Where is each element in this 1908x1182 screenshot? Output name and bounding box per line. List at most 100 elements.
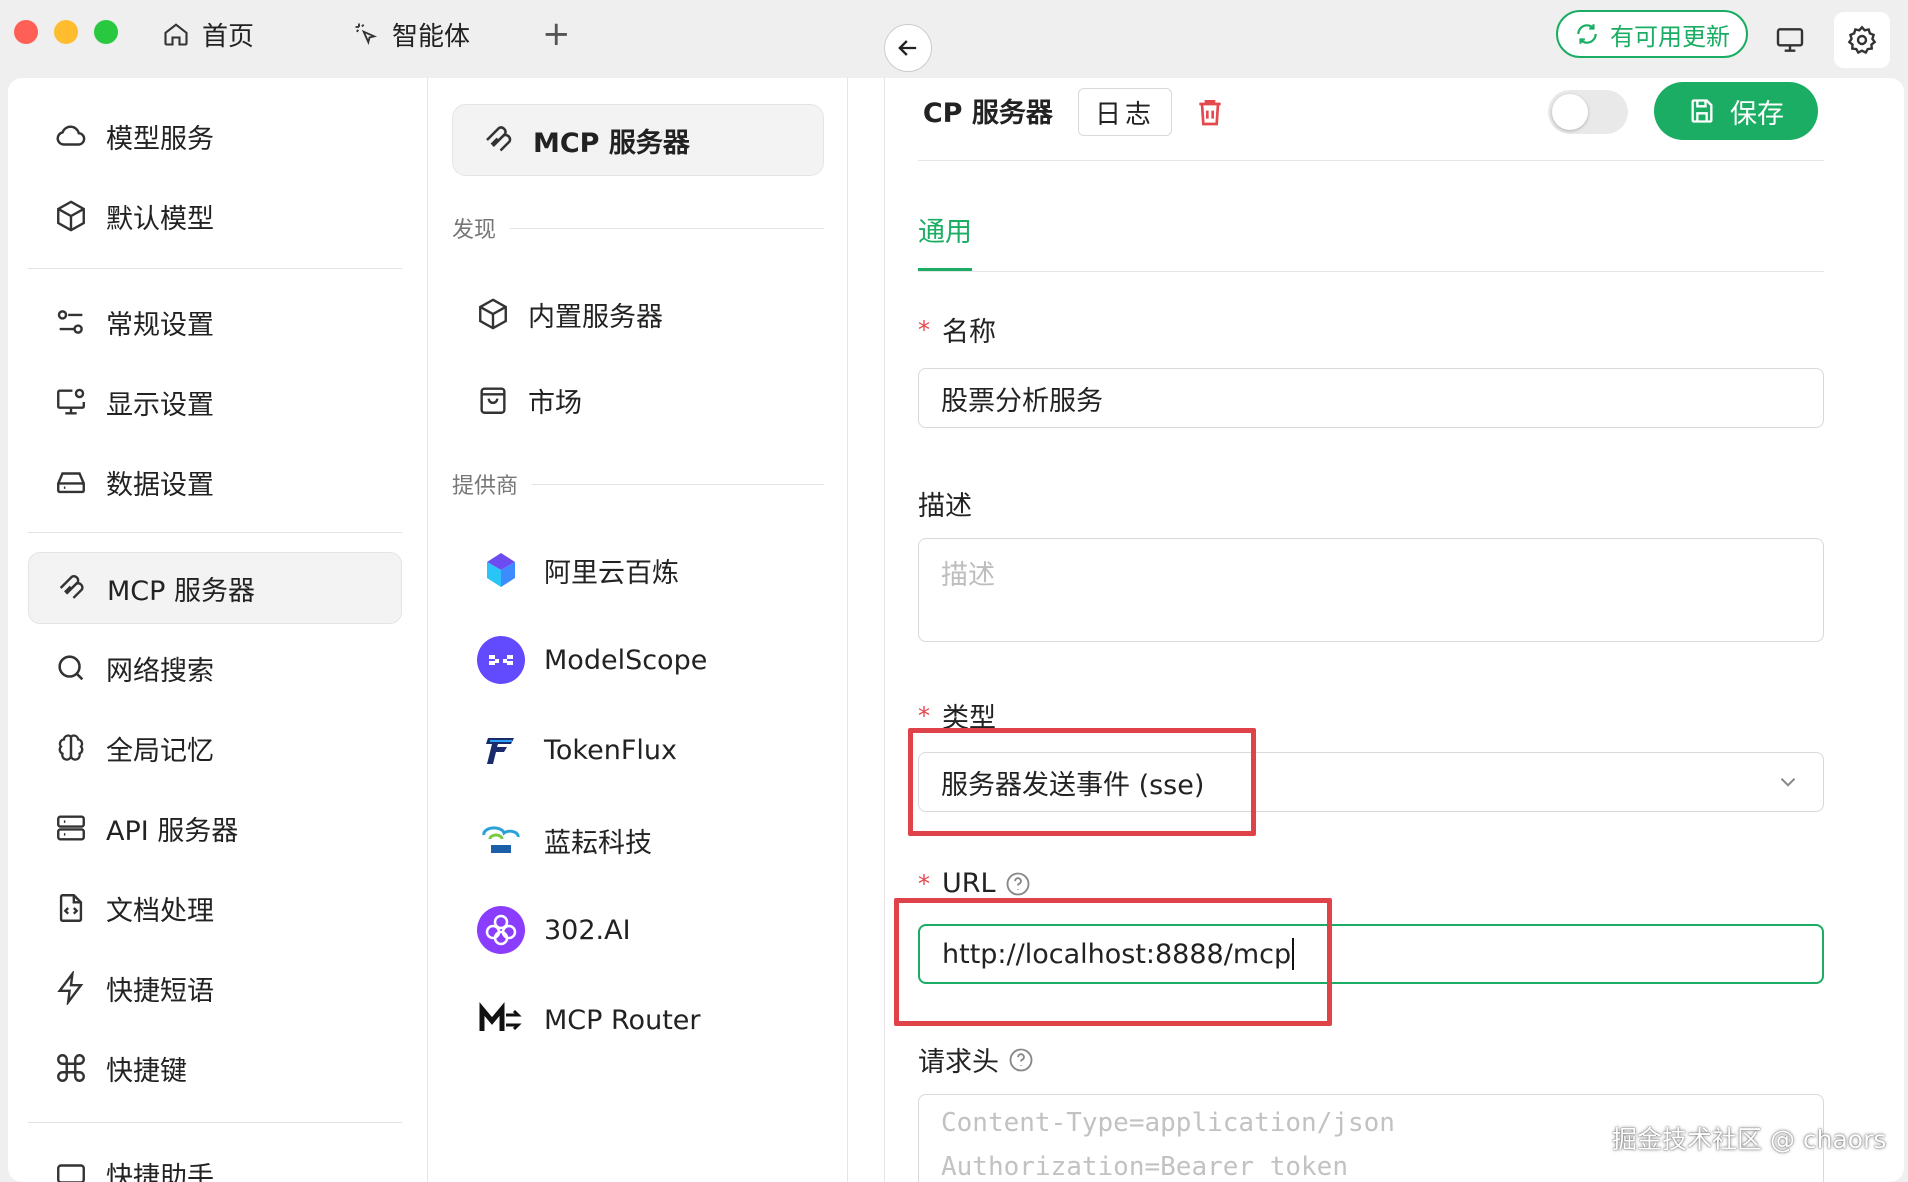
settings-button[interactable]	[1834, 12, 1890, 68]
section-divider	[510, 227, 824, 229]
required-marker: *	[918, 701, 930, 730]
sidebar-item-display-settings[interactable]: 显示设置	[28, 366, 402, 438]
tab-home-label: 首页	[202, 21, 255, 52]
server-enabled-toggle[interactable]	[1548, 90, 1628, 134]
description-placeholder: 描述	[941, 560, 995, 591]
sidebar-divider	[28, 268, 402, 269]
sidebar-item-label: 文档处理	[106, 895, 214, 927]
zap-icon	[57, 971, 84, 1005]
provider-item-mcp-router[interactable]: MCP Router	[476, 990, 701, 1050]
settings-sidebar: 模型服务 默认模型 常规设置 显示设置 数据设置 MCP 服务器 网络搜索 全局…	[8, 78, 428, 1182]
modelscope-logo-icon	[476, 635, 526, 685]
mcp-router-logo-icon	[476, 995, 526, 1045]
sliders-icon	[57, 310, 83, 334]
cloud-icon	[56, 125, 86, 146]
description-label-text: 描述	[918, 491, 972, 522]
monitor-icon	[1776, 28, 1804, 52]
sidebar-item-label: 快捷键	[106, 1055, 187, 1087]
watermark-text: 掘金技术社区 @ chaors	[1612, 1125, 1887, 1154]
sidebar-item-general-settings[interactable]: 常规设置	[28, 286, 402, 358]
floppy-disk-icon	[1691, 99, 1713, 123]
discover-label: 发现	[452, 218, 497, 243]
list-item-marketplace[interactable]: 市场	[476, 370, 582, 430]
provider-item-tokenflux[interactable]: TokenFlux	[476, 720, 677, 780]
file-code-icon	[59, 894, 83, 922]
discover-section-label: 发现	[452, 212, 824, 244]
providers-section-label: 提供商	[452, 468, 824, 500]
mcp-icon	[59, 575, 84, 599]
sidebar-item-web-search[interactable]: 网络搜索	[28, 632, 402, 704]
url-field-label: * URL	[918, 868, 1032, 899]
provider-item-modelscope[interactable]: ModelScope	[476, 630, 707, 690]
sidebar-item-doc-processing[interactable]: 文档处理	[28, 872, 402, 944]
sidebar-item-mcp-servers[interactable]: MCP 服务器	[28, 552, 402, 624]
zoom-window-button[interactable]	[94, 20, 118, 44]
tabs-divider	[918, 271, 1824, 272]
sidebar-item-quick-assistant[interactable]: 快捷助手	[28, 1138, 402, 1182]
cube-icon	[57, 200, 85, 232]
url-label-text: URL	[942, 868, 996, 899]
headers-placeholder-line: Content-Type=application/json	[941, 1108, 1395, 1138]
tab-home[interactable]: 首页	[162, 14, 254, 54]
headers-field-label: 请求头	[918, 1040, 1035, 1079]
sidebar-item-api-server[interactable]: API 服务器	[28, 792, 402, 864]
arrow-left-icon	[898, 40, 917, 56]
sidebar-item-label: 常规设置	[106, 309, 214, 341]
provider-item-aliyun[interactable]: 阿里云百炼	[476, 540, 679, 600]
mcp-servers-header[interactable]: MCP 服务器	[452, 104, 824, 176]
sidebar-item-quick-phrases[interactable]: 快捷短语	[28, 952, 402, 1024]
sidebar-item-label: 网络搜索	[106, 655, 214, 687]
provider-item-302ai[interactable]: 302.AI	[476, 900, 631, 960]
302ai-logo-icon	[476, 905, 526, 955]
sidebar-item-data-settings[interactable]: 数据设置	[28, 446, 402, 518]
name-label-text: 名称	[942, 317, 996, 348]
provider-item-lanyun[interactable]: 蓝耘科技	[476, 810, 652, 870]
help-circle-icon[interactable]	[1007, 1046, 1035, 1074]
logs-button[interactable]: 日志	[1078, 88, 1172, 136]
providers-label: 提供商	[452, 474, 519, 499]
aliyun-bailian-logo-icon	[476, 545, 526, 595]
description-textarea[interactable]: 描述	[918, 538, 1824, 642]
highlight-box-url	[894, 898, 1332, 1026]
close-window-button[interactable]	[14, 20, 38, 44]
brain-icon	[58, 734, 84, 761]
save-button[interactable]: 保存	[1654, 82, 1818, 140]
trash-icon[interactable]	[1194, 96, 1226, 128]
save-label: 保存	[1730, 98, 1784, 130]
command-icon	[57, 1054, 85, 1082]
display-toggle-button[interactable]	[1762, 12, 1818, 68]
header-divider	[918, 160, 1824, 161]
tokenflux-logo-icon	[476, 725, 526, 775]
name-input[interactable]: 股票分析服务	[918, 368, 1824, 428]
sidebar-item-label: 数据设置	[106, 469, 214, 501]
update-available-button[interactable]: 有可用更新	[1556, 10, 1748, 58]
name-field-label: * 名称	[918, 310, 996, 349]
sidebar-item-label: 快捷助手	[106, 1161, 214, 1182]
home-icon	[164, 23, 188, 46]
sidebar-item-default-model[interactable]: 默认模型	[28, 180, 402, 252]
hard-drive-icon	[57, 472, 85, 494]
toggle-knob	[1552, 94, 1588, 130]
list-item-label: 内置服务器	[528, 301, 663, 333]
required-marker: *	[918, 869, 930, 898]
back-button[interactable]	[884, 24, 932, 72]
mcp-header-label: MCP 服务器	[533, 127, 690, 159]
help-circle-icon[interactable]	[1004, 870, 1032, 898]
sidebar-item-model-service[interactable]: 模型服务	[28, 100, 402, 172]
tab-general[interactable]: 通用	[918, 210, 972, 249]
list-item-label: TokenFlux	[544, 734, 677, 766]
sidebar-item-shortcuts[interactable]: 快捷键	[28, 1032, 402, 1104]
section-divider	[532, 483, 824, 485]
minimize-window-button[interactable]	[54, 20, 78, 44]
sidebar-divider	[28, 1122, 402, 1123]
add-tab-button[interactable]: +	[542, 14, 571, 54]
required-marker: *	[918, 315, 930, 344]
list-item-label: MCP Router	[544, 1004, 701, 1036]
list-item-builtin-servers[interactable]: 内置服务器	[476, 284, 663, 344]
description-field-label: 描述	[918, 484, 972, 523]
tab-agent[interactable]: 智能体	[352, 14, 470, 54]
tab-agent-label: 智能体	[392, 21, 471, 52]
sidebar-item-global-memory[interactable]: 全局记忆	[28, 712, 402, 784]
name-input-value: 股票分析服务	[941, 385, 1103, 417]
list-item-label: 蓝耘科技	[544, 827, 652, 859]
